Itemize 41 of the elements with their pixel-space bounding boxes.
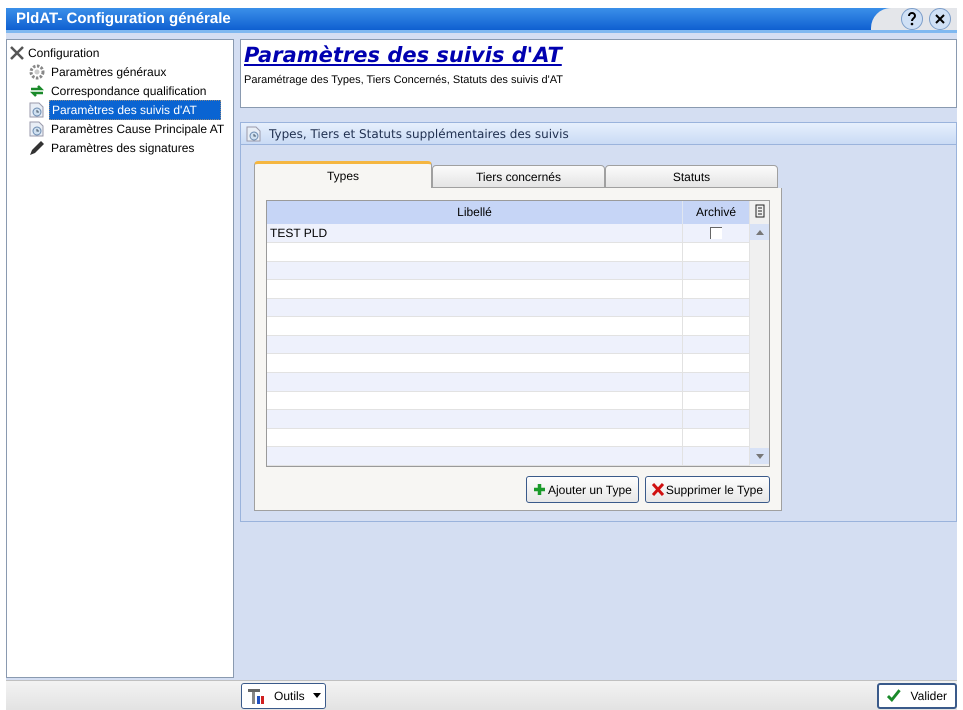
pen-icon bbox=[28, 138, 46, 156]
archived-checkbox[interactable] bbox=[710, 226, 722, 239]
scroll-down-button[interactable] bbox=[750, 448, 769, 464]
caret-up-icon bbox=[756, 230, 764, 234]
validate-button[interactable]: Valider bbox=[877, 682, 957, 708]
close-icon bbox=[935, 14, 945, 24]
help-button[interactable] bbox=[901, 8, 923, 30]
tree-item[interactable]: Paramètres des suivis d'AT bbox=[49, 100, 221, 120]
tab[interactable]: Types bbox=[254, 161, 432, 188]
table-cell: TEST PLD bbox=[267, 224, 683, 242]
swap-arrows-icon bbox=[28, 84, 46, 98]
tab[interactable]: Statuts bbox=[605, 165, 778, 188]
gear-icon bbox=[28, 62, 46, 80]
page-subtitle: Paramétrage des Types, Tiers Concernés, Statuts des suivis d'AT bbox=[244, 73, 564, 88]
column-header[interactable]: Archivé bbox=[683, 201, 749, 224]
tree-item[interactable]: Configuration bbox=[28, 44, 100, 62]
clock-document-icon bbox=[245, 124, 263, 142]
tree-item[interactable]: Paramètres généraux bbox=[49, 62, 168, 80]
tools-button[interactable]: Outils bbox=[241, 682, 326, 708]
tree-item[interactable]: Paramètres des signatures bbox=[49, 138, 196, 156]
section-title: Types, Tiers et Statuts supplémentaires des suivis bbox=[269, 126, 569, 142]
clock-document-icon bbox=[28, 100, 46, 118]
cross-icon bbox=[652, 483, 664, 496]
add-type-button[interactable]: Ajouter un Type bbox=[526, 476, 639, 503]
help-icon bbox=[907, 12, 917, 26]
tab[interactable]: Tiers concernés bbox=[432, 165, 605, 188]
vertical-scrollbar[interactable] bbox=[749, 201, 769, 466]
tree-item[interactable]: Paramètres Cause Principale AT bbox=[49, 120, 226, 138]
window-title: PldAT- Configuration générale bbox=[15, 8, 231, 29]
tree-item[interactable]: Correspondance qualification bbox=[49, 82, 208, 100]
close-button[interactable] bbox=[929, 8, 951, 30]
plus-icon bbox=[532, 483, 546, 496]
scroll-up-button[interactable] bbox=[750, 224, 769, 240]
dropdown-caret-icon bbox=[312, 693, 321, 698]
page-title: Paramètres des suivis d'AT bbox=[244, 42, 564, 68]
delete-type-button[interactable]: Supprimer le Type bbox=[644, 476, 770, 503]
caret-down-icon bbox=[756, 454, 764, 458]
column-chooser-icon[interactable] bbox=[754, 204, 764, 218]
cross-tools-icon bbox=[10, 46, 24, 60]
checkmark-icon bbox=[887, 689, 901, 702]
clock-document-icon bbox=[28, 120, 46, 138]
